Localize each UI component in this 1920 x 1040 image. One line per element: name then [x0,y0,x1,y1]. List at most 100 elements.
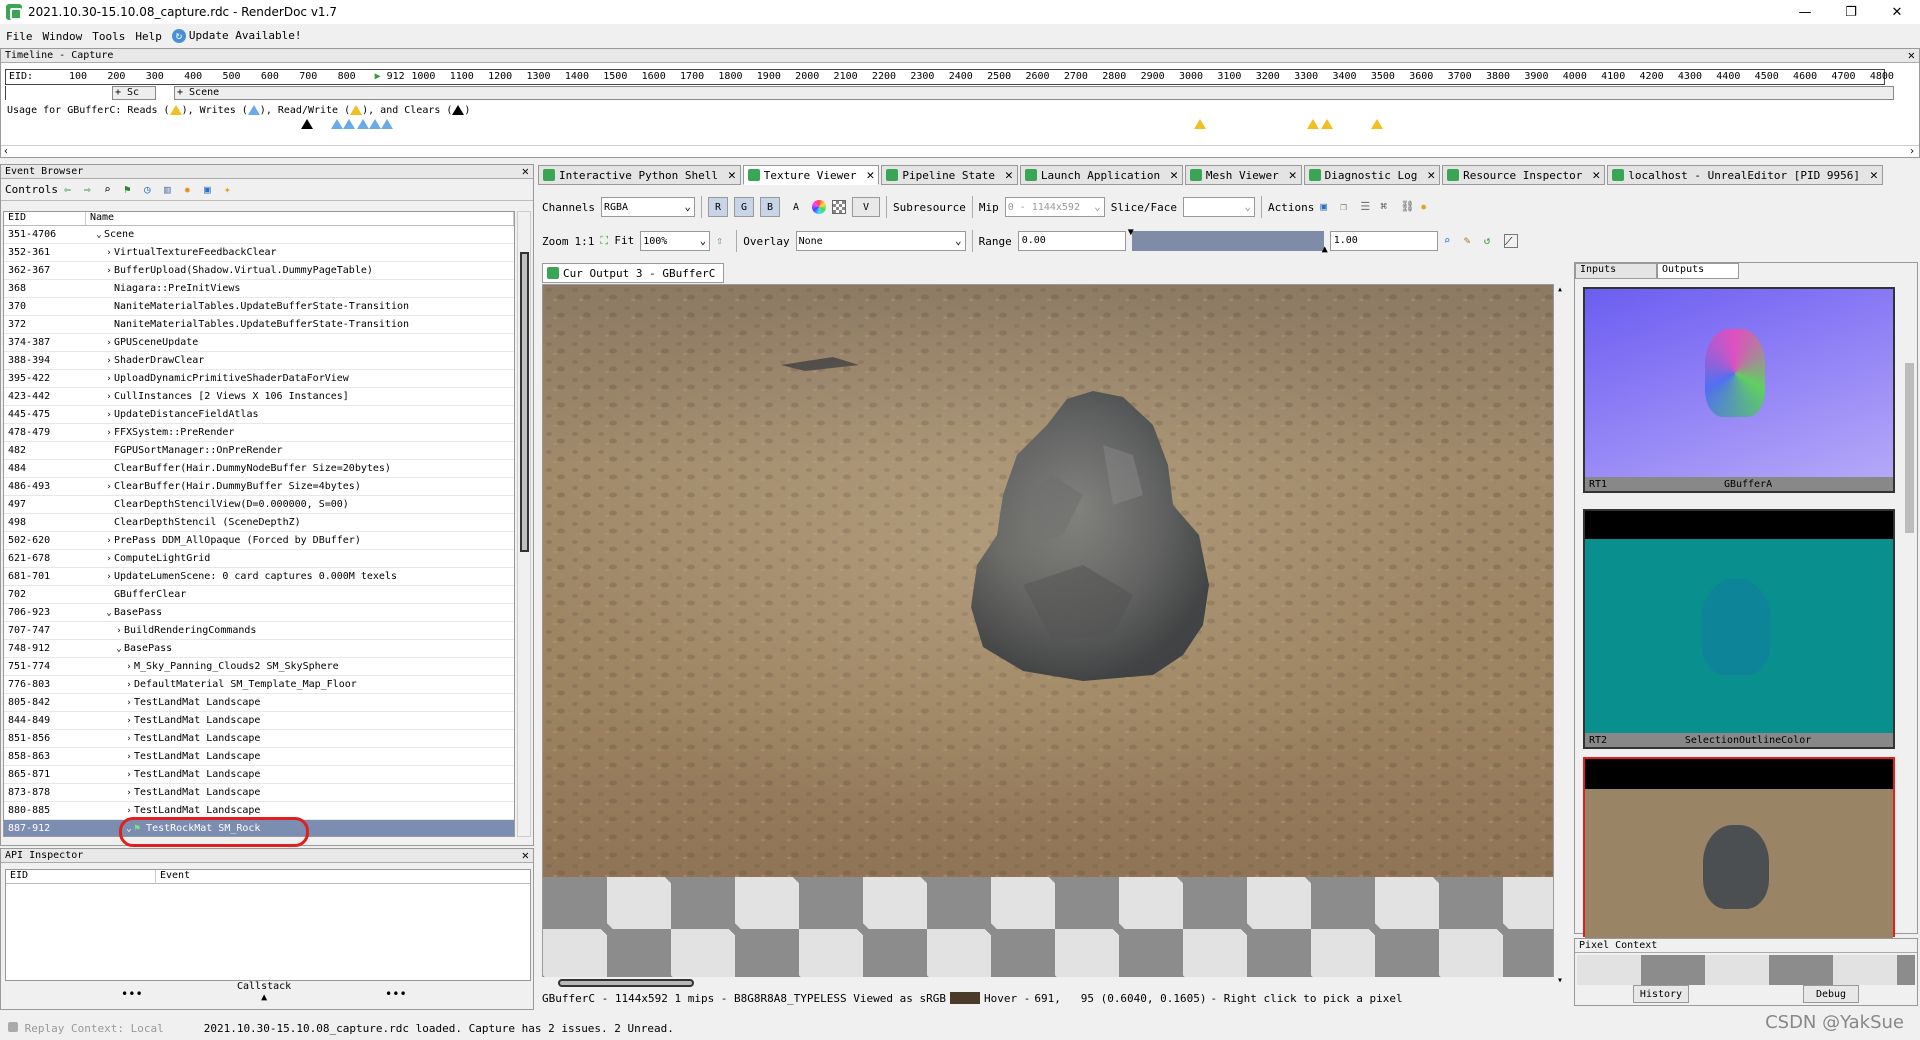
close-tab-icon[interactable]: ✕ [1170,168,1178,183]
event-row[interactable]: 748-912 ⌄ BasePass [4,640,514,658]
autofit-icon[interactable]: ✎ [1464,234,1478,248]
event-row[interactable]: 707-747 › BuildRenderingCommands [4,622,514,640]
menu-tools[interactable]: Tools [92,30,125,43]
overlay-select[interactable]: None [795,231,966,251]
zoom-range-icon[interactable]: ⌕ [1444,234,1458,248]
minimize-button[interactable]: — [1782,0,1828,24]
expand-icon[interactable]: › [104,392,114,402]
arrow-up-icon[interactable]: ⇧ [716,234,730,248]
link-icon[interactable]: ⛓ [1400,200,1414,214]
flag-icon[interactable]: ⚑ [124,183,138,197]
flip-v-button[interactable]: V [851,197,880,217]
close-icon[interactable]: ✕ [1908,49,1915,62]
event-row[interactable]: 865-871 › TestLandMat Landscape [4,766,514,784]
expand-icon[interactable]: › [104,248,114,258]
event-row[interactable]: 486-493 › ClearBuffer(Hair.DummyBuffer Siz… [4,478,514,496]
event-row[interactable]: 497 ClearDepthStencilView(D=0.000000, S=0… [4,496,514,514]
expand-icon[interactable]: › [124,716,134,726]
reset-range-icon[interactable]: ↺ [1484,234,1498,248]
tab-outputs[interactable]: Outputs [1657,263,1739,279]
event-row[interactable]: 621-678 › ComputeLightGrid [4,550,514,568]
tab-localhost-unrealeditor-pid-9956[interactable]: localhost - UnrealEditor [PID 9956] ✕ [1607,165,1883,185]
scroll-up-icon[interactable]: ▴ [1557,284,1563,295]
api-eid-header[interactable]: EID [6,870,156,883]
event-row[interactable]: 423-442 › CullInstances [2 Views X 106 Ins… [4,388,514,406]
tab-diagnostic-log[interactable]: Diagnostic Log ✕ [1303,165,1441,185]
maximize-button[interactable]: ❐ [1828,0,1874,24]
channel-g-toggle[interactable]: G [733,197,754,217]
expand-icon[interactable]: › [104,374,114,384]
event-row[interactable]: 751-774 › M_Sky_Panning_Clouds2 SM_SkySphe… [4,658,514,676]
range-histogram[interactable]: ▼ ▲ [1128,227,1328,255]
scrollbar-thumb[interactable] [520,252,529,552]
scroll-down-icon[interactable]: ▾ [1557,975,1563,986]
close-tab-icon[interactable]: ✕ [1870,168,1878,183]
expand-icon[interactable]: › [104,428,114,438]
event-row[interactable]: 372 NaniteMaterialTables.UpdateBufferStat… [4,316,514,334]
bookmark-icon[interactable]: ✦ [224,183,238,197]
close-tab-icon[interactable]: ✕ [1005,168,1013,183]
scroll-left-icon[interactable]: ‹ [3,146,9,157]
expand-icon[interactable]: › [124,788,134,798]
expand-icon[interactable]: › [114,626,124,636]
timeline-scrollbar[interactable]: ‹ › [1,145,1919,157]
event-table-scrollbar[interactable] [517,211,531,837]
zoom-ratio-button[interactable]: 1:1 [575,235,595,248]
mip-select[interactable]: 0 - 1144x592 [1004,197,1105,217]
event-row[interactable]: 776-803 › DefaultMaterial SM_Template_Map_… [4,676,514,694]
save-icon[interactable]: ▣ [204,183,218,197]
thumbnail-scrollbar[interactable] [1903,283,1917,931]
event-row[interactable]: 484 ClearBuffer(Hair.DummyNodeBuffer Size… [4,460,514,478]
expand-icon[interactable]: › [104,266,114,276]
current-event-marker-icon[interactable]: ▶ [375,71,381,82]
stats-icon[interactable]: ▥ [164,183,178,197]
event-row[interactable]: 702 GBufferClear [4,586,514,604]
event-row[interactable]: 873-878 › TestLandMat Landscape [4,784,514,802]
collapse-icon[interactable]: ⌄ [104,608,114,618]
channels-select[interactable]: RGBA [600,197,695,217]
range-max-field[interactable]: 1.00 [1329,231,1438,251]
event-row[interactable]: 478-479 › FFXSystem::PreRender [4,424,514,442]
expand-icon[interactable]: › [124,680,134,690]
texture-display[interactable] [542,284,1554,986]
thumbnail-rt2[interactable]: RT2 SelectionOutlineColor [1583,509,1895,749]
menu-window[interactable]: Window [43,30,83,43]
color-wheel-icon[interactable] [811,200,826,214]
thumbnail-rt1[interactable]: RT1 GBufferA [1583,287,1895,493]
event-row[interactable]: 351-4706 ⌄ Scene [4,226,514,244]
close-tab-icon[interactable]: ✕ [1427,168,1435,183]
event-row[interactable]: 858-863 › TestLandMat Landscape [4,748,514,766]
event-row[interactable]: 368 Niagara::PreInitViews [4,280,514,298]
collapse-icon[interactable]: ⌄ [114,644,124,654]
thumbnail-gbufferc-selected[interactable] [1583,757,1895,939]
channel-r-toggle[interactable]: R [707,197,728,217]
menu-file[interactable]: File [6,30,33,43]
settings-icon[interactable]: ✹ [1420,200,1434,214]
eid-column-header[interactable]: EID [4,212,86,225]
event-row[interactable]: 851-856 › TestLandMat Landscape [4,730,514,748]
splitter-dots-right[interactable]: ••• [385,987,407,1001]
expand-icon[interactable]: › [124,806,134,816]
collapse-icon[interactable]: ⌄ [94,230,104,240]
tab-launch-application[interactable]: Launch Application ✕ [1019,165,1183,185]
callstack-toggle[interactable]: Callstack ▲ [237,981,291,1003]
expand-icon[interactable]: › [124,662,134,672]
save-texture-icon[interactable]: ▣ [1320,200,1334,214]
close-tab-icon[interactable]: ✕ [867,168,875,183]
expand-icon[interactable]: › [104,410,114,420]
expand-icon[interactable]: › [104,536,114,546]
close-tab-icon[interactable]: ✕ [1592,168,1600,183]
channel-a-toggle[interactable]: A [786,197,806,217]
fit-button[interactable]: ⛶ Fit [600,234,634,248]
close-tab-icon[interactable]: ✕ [728,168,736,183]
tab-texture-viewer[interactable]: Texture Viewer ✕ [742,165,880,185]
find-icon[interactable]: ⌕ [104,183,118,197]
expand-icon[interactable]: › [104,482,114,492]
event-row[interactable]: 388-394 › ShaderDrawClear [4,352,514,370]
expand-icon[interactable]: › [124,734,134,744]
event-row[interactable]: 374-387 › GPUSceneUpdate [4,334,514,352]
timeline-ruler[interactable]: EID: 100 200 300 400 500 600 700 800 ▶ 912 1000 110… [5,69,1894,85]
expand-icon[interactable]: › [104,572,114,582]
status-message[interactable]: 2021.10.30-15.10.08_capture.rdc loaded. … [204,1022,674,1035]
menu-help[interactable]: Help [135,30,162,43]
